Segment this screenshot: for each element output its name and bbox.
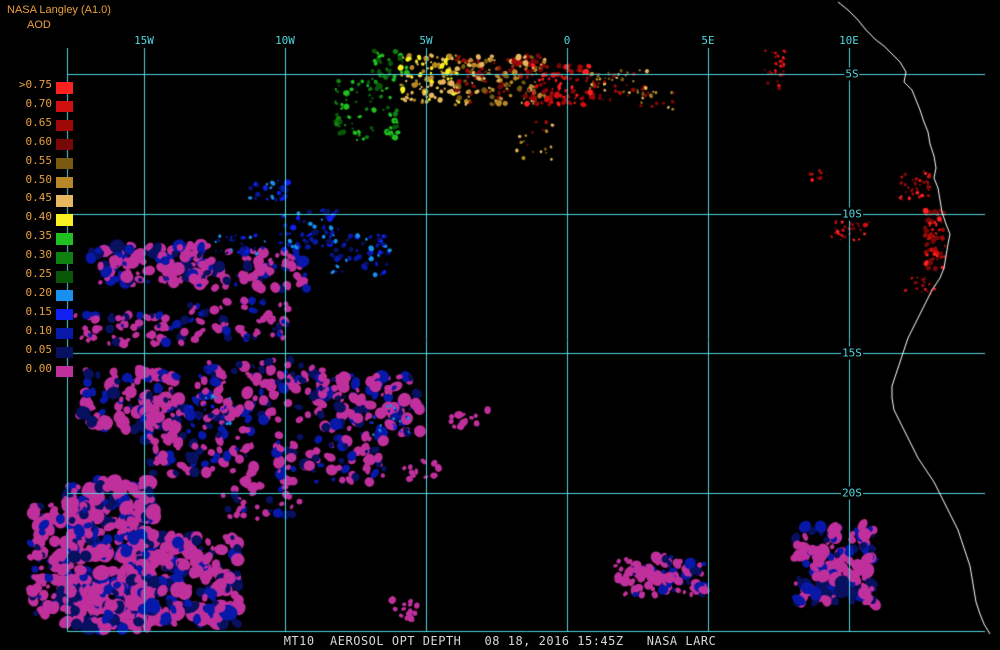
legend-label: 0.55 <box>25 153 53 167</box>
legend-label: >0.75 <box>18 78 52 91</box>
latitude-label: 15S <box>841 346 863 360</box>
legend-swatch <box>56 346 73 359</box>
latitude-label: 5S <box>844 67 860 81</box>
legend-label: 0.70 <box>25 96 53 110</box>
legend-label: 0.10 <box>25 323 53 337</box>
legend-label: 0.00 <box>25 361 53 375</box>
legend-swatch <box>56 271 73 283</box>
longitude-label: 15W <box>134 34 154 47</box>
longitude-label: 5E <box>701 34 715 47</box>
legend-label: 0.45 <box>25 191 53 205</box>
legend-swatch <box>56 195 73 207</box>
latitude-label: 10S <box>841 207 863 220</box>
legend-swatch <box>56 365 73 377</box>
legend-swatch <box>56 176 73 188</box>
legend-label: 0.60 <box>25 134 53 148</box>
legend-swatch <box>56 252 73 264</box>
legend-label: 0.15 <box>25 304 53 318</box>
legend-swatch <box>56 119 73 132</box>
legend-label: 0.65 <box>25 115 53 129</box>
longitude-label: 10E <box>839 34 859 47</box>
legend-label: 0.40 <box>25 210 53 224</box>
legend-label: 0.05 <box>25 342 53 356</box>
legend-swatch <box>56 289 73 302</box>
longitude-label: 10W <box>275 34 295 47</box>
legend-swatch <box>56 82 73 94</box>
legend-label: 0.50 <box>25 172 53 186</box>
legend-swatch <box>56 233 73 245</box>
legend-swatch <box>56 100 73 113</box>
legend-label: 0.20 <box>25 285 53 299</box>
latitude-label: 20S <box>841 486 863 499</box>
legend-swatch <box>56 138 73 151</box>
legend-label: 0.25 <box>25 267 53 280</box>
legend-label: 0.35 <box>25 229 53 243</box>
legend-swatch <box>56 214 73 226</box>
legend-swatch <box>56 157 73 170</box>
legend-swatch <box>56 308 73 321</box>
legend-label: 0.30 <box>25 248 53 262</box>
footer-caption: MT10 AEROSOL OPT DEPTH 08 18, 2016 15:45… <box>283 634 717 648</box>
longitude-label: 0 <box>563 34 571 47</box>
longitude-label: 5W <box>419 34 433 47</box>
legend-swatch <box>56 327 73 340</box>
parameter-label: AOD <box>27 19 51 31</box>
aerosol-map-canvas[interactable] <box>0 0 1000 650</box>
product-title: NASA Langley (A1.0) <box>7 4 111 16</box>
